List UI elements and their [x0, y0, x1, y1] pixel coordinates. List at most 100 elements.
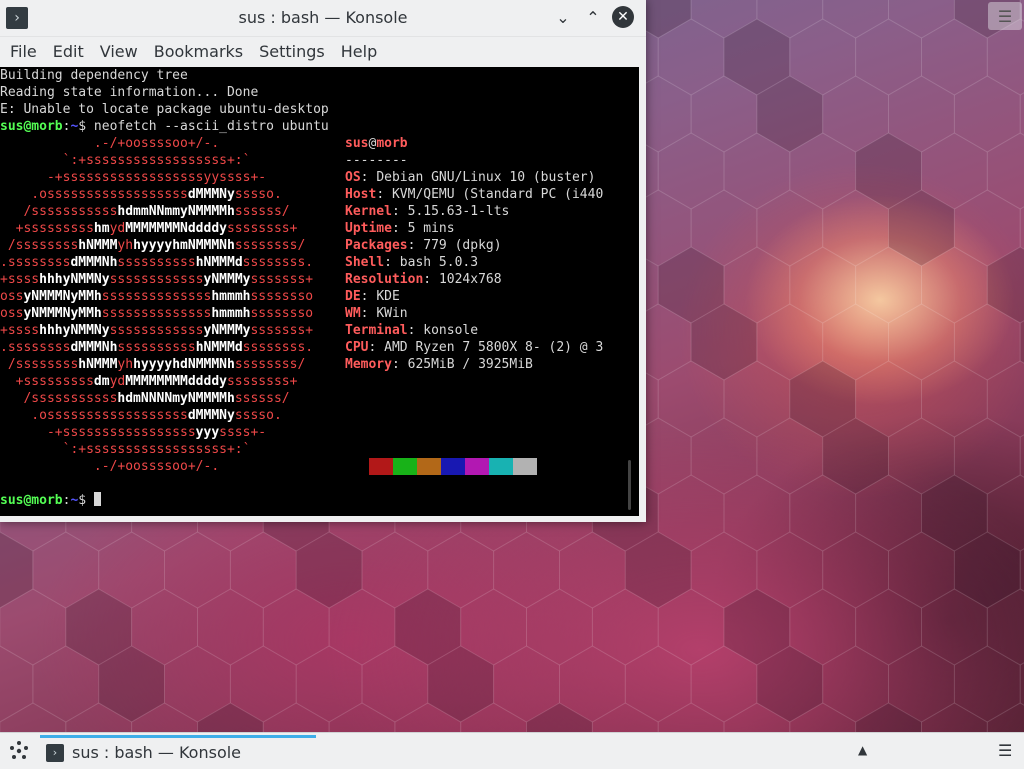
- wallpaper-hex: [361, 645, 429, 723]
- ascii-line: +ssssssssshmydMMMMMMMNddddyssssssss+: [0, 221, 298, 236]
- minimize-button[interactable]: ⌄: [552, 6, 574, 28]
- task-label: sus : bash — Konsole: [72, 743, 242, 762]
- wallpaper-hex: [229, 645, 297, 723]
- wallpaper-hex: [657, 588, 725, 666]
- window-titlebar[interactable]: › sus : bash — Konsole ⌄ ⌃ ✕: [0, 0, 646, 37]
- wallpaper-hex: [723, 246, 791, 324]
- application-launcher-button[interactable]: [8, 740, 30, 762]
- panel-options-button[interactable]: ☰: [998, 741, 1012, 760]
- ascii-line: /ssssssssssshdmmNNmmyNMMMMhssssss/: [0, 204, 290, 219]
- wallpaper-hex: [789, 474, 857, 552]
- color-swatch: [369, 458, 393, 475]
- wallpaper-hex: [953, 189, 1021, 267]
- wallpaper-hex: [657, 18, 725, 96]
- wallpaper-hex: [559, 531, 626, 609]
- output-line: E: Unable to locate package ubuntu-deskt…: [0, 102, 329, 117]
- ascii-line: .ossssssssssssssssssdMMMNysssso.: [0, 408, 282, 423]
- ascii-line: `:+ssssssssssssssssss+:`: [0, 153, 251, 168]
- arrow-up-icon: ▲: [858, 743, 868, 757]
- wallpaper-hex: [1019, 548, 1024, 592]
- wallpaper-hex: [1019, 662, 1024, 706]
- wallpaper-hex: [657, 246, 725, 324]
- wallpaper-hex: [986, 132, 1024, 210]
- maximize-button[interactable]: ⌃: [582, 6, 604, 28]
- wallpaper-hex: [394, 588, 462, 666]
- ascii-line: -+ssssssssssssssssssyyssss+-: [0, 170, 267, 185]
- ascii-line: /sssssssshNMMMyhhyyyyhdNMMMNhssssssss/: [0, 357, 306, 372]
- wallpaper-hex: [164, 531, 231, 609]
- close-button[interactable]: ✕: [612, 6, 634, 28]
- command-text: neofetch --ascii_distro ubuntu: [86, 119, 329, 134]
- wallpaper-hex: [657, 474, 725, 552]
- ascii-line: .-/+oossssoo+/-.: [0, 459, 220, 474]
- wallpaper-hex: [361, 531, 429, 609]
- hamburger-icon: ☰: [997, 6, 1013, 26]
- wallpaper-hex: [986, 474, 1024, 552]
- desktop-toolbox-button[interactable]: ☰: [988, 2, 1022, 30]
- wallpaper-hex: [0, 702, 67, 732]
- wallpaper-hex: [0, 645, 34, 723]
- wallpaper-hex: [690, 189, 758, 267]
- text-cursor: [93, 492, 101, 506]
- menu-file[interactable]: File: [2, 37, 45, 67]
- konsole-task-icon: ›: [46, 743, 64, 762]
- info-row: WM: KWin: [345, 306, 408, 321]
- menu-bookmarks[interactable]: Bookmarks: [146, 37, 251, 67]
- system-tray-expand-button[interactable]: ▲: [858, 743, 867, 757]
- menu-settings[interactable]: Settings: [251, 37, 333, 67]
- wallpaper-hex: [855, 360, 922, 438]
- wallpaper-hex: [789, 588, 857, 666]
- wallpaper-hex: [888, 645, 955, 723]
- wallpaper-hex: [756, 0, 824, 39]
- info-divider: --------: [345, 153, 408, 168]
- ascii-line: .ossssssssssssssssssdMMMNysssso.: [0, 187, 282, 202]
- wallpaper-hex: [493, 531, 560, 609]
- ascii-line: .-/+oossssoo+/-.: [0, 136, 220, 151]
- ascii-line: `:+ssssssssssssssssss+:`: [0, 442, 251, 457]
- wallpaper-hex: [394, 702, 462, 732]
- terminal-scrollbar[interactable]: [628, 460, 631, 510]
- taskbar-item-konsole[interactable]: › sus : bash — Konsole: [40, 735, 316, 767]
- prompt-user: sus@morb: [0, 119, 63, 134]
- chevron-down-icon: ⌄: [556, 7, 570, 27]
- active-prompt: sus@morb:~$: [0, 492, 101, 509]
- wallpaper-hex: [921, 702, 988, 732]
- wallpaper-hex: [953, 417, 1021, 495]
- wallpaper-hex: [855, 18, 922, 96]
- wallpaper-hex: [526, 588, 593, 666]
- color-swatch: [465, 458, 489, 475]
- wallpaper-hex: [0, 588, 67, 666]
- ascii-line: -+sssssssssssssssssyyyssss+-: [0, 425, 267, 440]
- wallpaper-hex: [328, 588, 396, 666]
- color-swatch: [441, 458, 465, 475]
- info-row: Kernel: 5.15.63-1-lts: [345, 204, 510, 219]
- wallpaper-hex: [921, 474, 988, 552]
- wallpaper-hex: [756, 531, 824, 609]
- menu-edit[interactable]: Edit: [45, 37, 92, 67]
- info-row: Resolution: 1024x768: [345, 272, 502, 287]
- wallpaper-hex: [723, 702, 791, 732]
- wallpaper-hex: [591, 588, 659, 666]
- wallpaper-hex: [789, 132, 857, 210]
- wallpaper-hex: [953, 75, 1021, 153]
- wallpaper-hex: [32, 531, 100, 609]
- wallpaper-hex: [855, 132, 922, 210]
- terminal-area[interactable]: Building dependency tree Reading state i…: [0, 67, 639, 516]
- menu-view[interactable]: View: [92, 37, 146, 67]
- wallpaper-hex: [1019, 206, 1024, 250]
- wallpaper-hex: [526, 702, 593, 732]
- wallpaper-hex: [657, 702, 725, 732]
- wallpaper-hex: [460, 588, 527, 666]
- ascii-line: +sssssssssdmydMMMMMMMMddddyssssssss+: [0, 374, 298, 389]
- ascii-line: /sssssssshNMMMyhhyyyyhmNMMMNhssssssss/: [0, 238, 306, 253]
- output-line: Reading state information... Done: [0, 85, 259, 100]
- wallpaper-hex: [723, 588, 791, 666]
- info-row: Terminal: konsole: [345, 323, 479, 338]
- wallpaper-hex: [888, 303, 955, 381]
- wallpaper-hex: [986, 588, 1024, 666]
- info-row: Memory: 625MiB / 3925MiB: [345, 357, 533, 372]
- wallpaper-hex: [98, 645, 165, 723]
- menu-help[interactable]: Help: [333, 37, 385, 67]
- system-info: sus@morb -------- OS: Debian GNU/Linux 1…: [345, 135, 603, 373]
- wallpaper-hex: [855, 588, 922, 666]
